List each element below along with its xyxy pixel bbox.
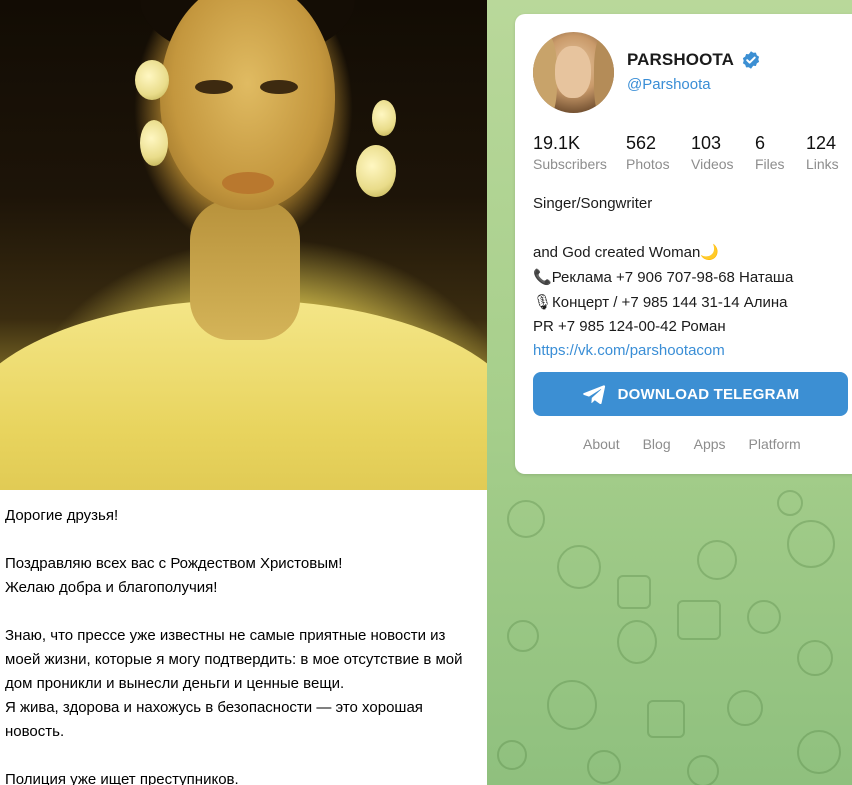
stat-photos[interactable]: 562 Photos: [626, 132, 691, 174]
doodle-bone-icon: [587, 750, 621, 784]
channel-info-card: PARSHOOTA @Parshoota 19.1K Subscribers 5…: [515, 14, 852, 474]
description-line: 🎙Концерт / +7 985 144 31-14 Алина: [533, 290, 843, 315]
stat-value: 103: [691, 133, 722, 153]
doodle-cat-icon: [547, 680, 597, 730]
moon-icon: 🌙: [700, 243, 720, 261]
channel-handle-link[interactable]: @Parshoota: [627, 76, 711, 93]
channel-post: Дорогие друзья! Поздравляю всех вас с Ро…: [0, 0, 487, 785]
doodle-cat-icon: [797, 640, 833, 676]
avatar-face: [555, 46, 591, 98]
avatar-hair: [594, 32, 614, 113]
description-line: 📞Реклама +7 906 707-98-68 Наташа: [533, 265, 843, 290]
doodle-ball-icon: [507, 620, 539, 652]
doodle-heart-icon: [687, 755, 719, 785]
doodle-box-icon: [647, 700, 685, 738]
stat-value: 562: [626, 133, 657, 153]
stat-label: Videos: [691, 156, 734, 172]
stat-label: Files: [755, 156, 785, 172]
doodle-cat-icon: [507, 500, 545, 538]
post-paragraph: Дорогие друзья!: [5, 507, 119, 524]
photo-eye-left: [195, 80, 233, 94]
footer-link-platform[interactable]: Platform: [749, 436, 801, 452]
channel-stats: 19.1K Subscribers 562 Photos 103 Videos …: [533, 132, 852, 174]
stat-links[interactable]: 124 Links: [806, 132, 846, 174]
post-paragraph: Полиция уже ищет преступников.: [5, 771, 239, 785]
stat-subscribers: 19.1K Subscribers: [533, 132, 626, 174]
vk-profile-link[interactable]: https://vk.com/parshootacom: [533, 339, 843, 363]
footer-link-blog[interactable]: Blog: [643, 436, 671, 452]
stat-label: Subscribers: [533, 156, 607, 172]
photo-lips: [222, 172, 274, 194]
verified-badge-icon: [742, 51, 760, 69]
download-telegram-button[interactable]: DOWNLOAD TELEGRAM: [533, 372, 848, 416]
channel-avatar[interactable]: [533, 32, 614, 113]
photo-earring-flower: [372, 100, 396, 136]
stat-label: Photos: [626, 156, 670, 172]
post-text: Дорогие друзья! Поздравляю всех вас с Ро…: [0, 490, 487, 785]
download-telegram-label: DOWNLOAD TELEGRAM: [617, 385, 800, 403]
stat-files[interactable]: 6 Files: [755, 132, 806, 174]
avatar-hair: [533, 32, 557, 113]
post-photo[interactable]: [0, 0, 487, 490]
description-spacer: [533, 216, 843, 240]
doodle-box-icon: [617, 575, 651, 609]
doodle-ball-icon: [497, 740, 527, 770]
stat-value: 6: [755, 133, 766, 153]
footer-links: About Blog Apps Platform: [583, 436, 801, 452]
doodle-cat-icon: [797, 730, 841, 774]
stat-value: 124: [806, 133, 837, 153]
description-text: Концерт / +7 985 144 31-14 Алина: [552, 294, 788, 311]
post-paragraph: Знаю, что прессе уже известны не самые п…: [5, 627, 463, 740]
doodle-balloon-icon: [557, 545, 601, 589]
phone-icon: 📞: [533, 268, 552, 286]
photo-neck: [190, 200, 300, 340]
stat-label: Links: [806, 156, 839, 172]
post-paragraph: Поздравляю всех вас с Рождеством Христов…: [5, 555, 343, 596]
doodle-paw-icon: [727, 690, 763, 726]
channel-title-row: PARSHOOTA: [627, 50, 761, 70]
doodle-cat-icon: [787, 520, 835, 568]
stat-videos[interactable]: 103 Videos: [691, 132, 755, 174]
description-line: Singer/Songwriter: [533, 195, 653, 212]
microphone-icon: 🎙: [533, 293, 553, 311]
photo-earring-flower: [356, 145, 396, 197]
stat-value: 19.1K: [533, 133, 581, 153]
channel-description: Singer/Songwriter and God created Woman🌙…: [533, 192, 843, 363]
doodle-ball-icon: [777, 490, 803, 516]
description-text: and God created Woman: [533, 244, 701, 261]
description-text: Реклама +7 906 707-98-68 Наташа: [551, 269, 794, 286]
photo-eye-right: [260, 80, 298, 94]
photo-earring-flower: [140, 120, 168, 166]
description-line: and God created Woman🌙: [533, 240, 843, 265]
doodle-cat-icon: [617, 620, 657, 664]
channel-name: PARSHOOTA: [627, 50, 734, 69]
footer-link-apps[interactable]: Apps: [694, 436, 726, 452]
telegram-plane-icon: [582, 385, 605, 404]
doodle-house-icon: [697, 540, 737, 580]
footer-link-about[interactable]: About: [583, 436, 620, 452]
photo-earring-flower: [135, 60, 169, 100]
description-line: PR +7 985 124-00-42 Роман: [533, 318, 726, 335]
doodle-package-icon: [677, 600, 721, 640]
doodle-fish-icon: [747, 600, 781, 634]
